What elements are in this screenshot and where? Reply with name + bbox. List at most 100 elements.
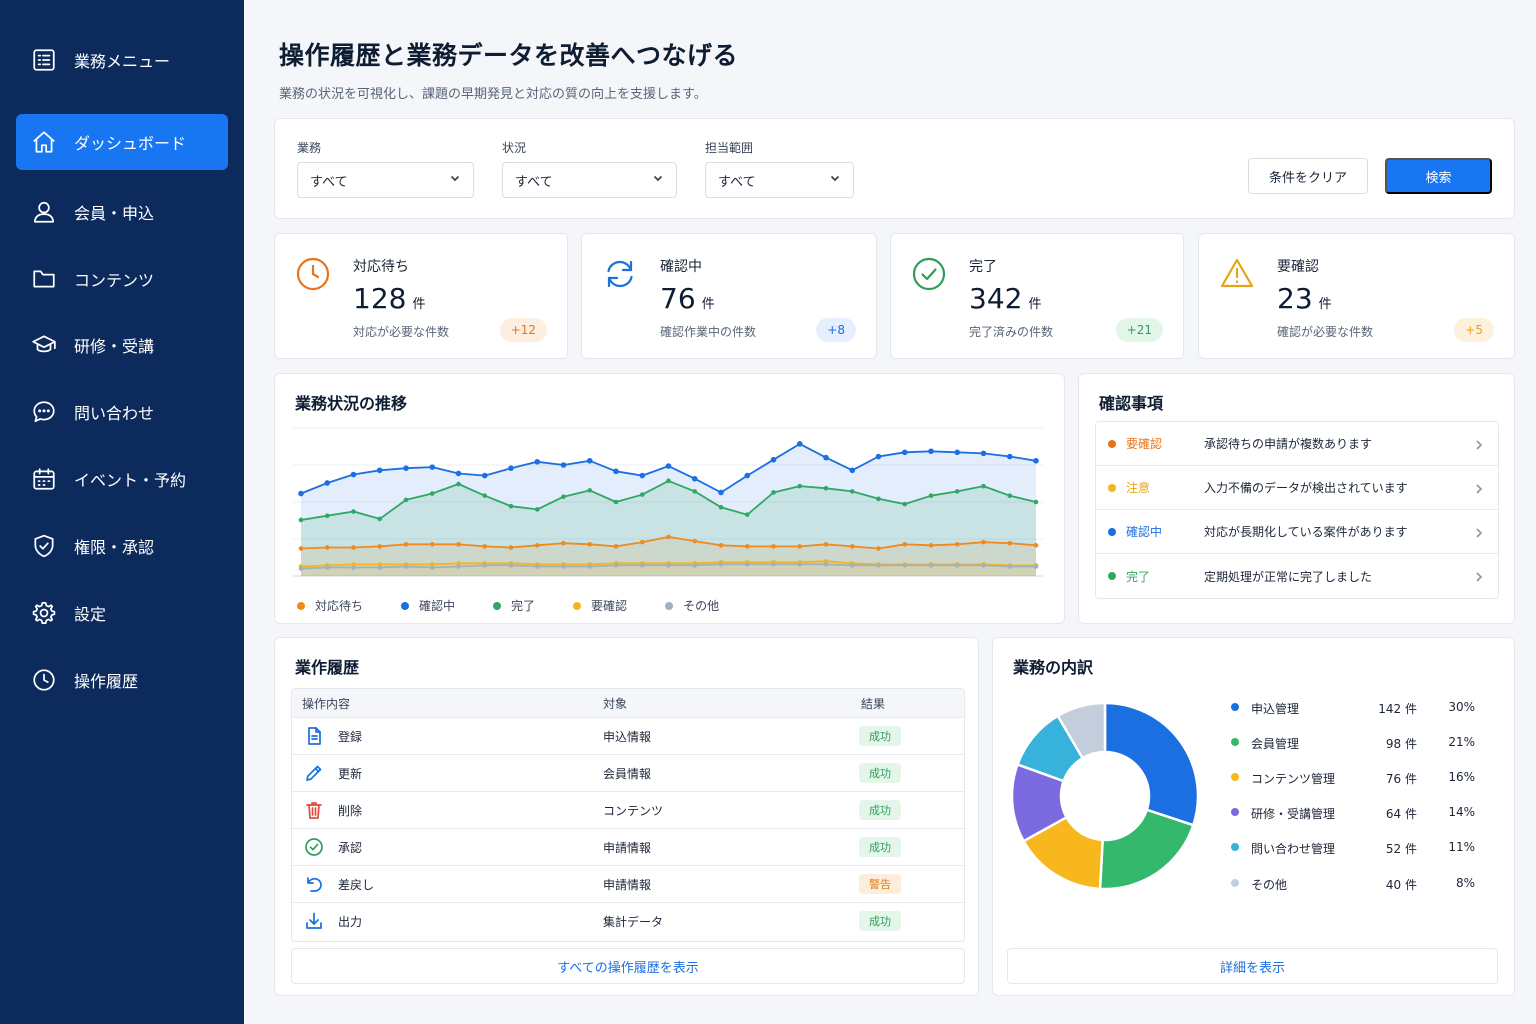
kpi-value: 23 件 bbox=[1277, 282, 1332, 315]
kpi-card-needs-check[interactable]: 要確認 23 件 確認が必要な件数 +5 bbox=[1198, 233, 1515, 359]
page-title: 操作履歴と業務データを改善へつなげる bbox=[279, 41, 739, 70]
kpi-card-waiting[interactable]: 対応待ち 128 件 対応が必要な件数 +12 bbox=[274, 233, 568, 359]
data-point bbox=[403, 541, 409, 547]
notice-item[interactable]: 注意 入力不備のデータが検出されています bbox=[1096, 466, 1498, 510]
table-row[interactable]: 承認 申請情報 成功 bbox=[292, 828, 964, 865]
data-point bbox=[718, 543, 724, 548]
history-table: 操作内容 対象 結果 登録 申込情報 成功 更新 会員情報 成功 削除 コンテン… bbox=[291, 688, 965, 942]
kpi-card-reviewing[interactable]: 確認中 76 件 確認作業中の件数 +8 bbox=[581, 233, 877, 359]
data-point bbox=[639, 492, 645, 497]
table-row[interactable]: 削除 コンテンツ 成功 bbox=[292, 791, 964, 828]
sidebar-item-history[interactable]: 操作履歴 bbox=[16, 652, 228, 708]
graduation-cap-icon bbox=[30, 331, 58, 359]
kpi-label: 完了 bbox=[969, 259, 997, 275]
data-point bbox=[587, 564, 593, 569]
data-point bbox=[429, 541, 435, 547]
clear-filters-button[interactable]: 条件をクリア bbox=[1248, 158, 1368, 194]
breakdown-count: 52 件 bbox=[1385, 842, 1417, 856]
notice-item[interactable]: 確認中 対応が長期化している案件があります bbox=[1096, 510, 1498, 554]
data-point bbox=[849, 489, 855, 494]
result-cell: 成功 bbox=[859, 755, 901, 791]
history-title: 業作履歴 bbox=[295, 658, 360, 677]
donut-slice bbox=[1098, 808, 1195, 891]
page-subtitle: 業務の状況を可視化し、課題の早期発見と対応の質の向上を支援します。 bbox=[279, 87, 707, 102]
chevron-right-icon bbox=[1474, 571, 1484, 582]
data-point bbox=[797, 483, 803, 489]
filter-select-status[interactable]: すべて bbox=[502, 162, 677, 198]
breakdown-percent: 30% bbox=[1448, 700, 1475, 714]
kpi-value: 128 件 bbox=[353, 282, 425, 315]
sidebar-item-label: 問い合わせ bbox=[74, 404, 155, 423]
filter-label-business: 業務 bbox=[297, 141, 322, 155]
breakdown-count: 40 件 bbox=[1385, 878, 1417, 892]
sidebar-item-label: 操作履歴 bbox=[74, 672, 139, 691]
data-point bbox=[613, 468, 619, 475]
view-breakdown-detail-button[interactable]: 詳細を表示 bbox=[1007, 948, 1498, 984]
breakdown-item: 会員管理 98 件 21% bbox=[1231, 732, 1487, 752]
chevron-right-icon bbox=[1474, 527, 1484, 538]
operation-label: 登録 bbox=[338, 729, 363, 744]
data-point bbox=[876, 496, 881, 502]
notice-item[interactable]: 完了 定期処理が正常に完了しました bbox=[1096, 554, 1498, 598]
pencil-icon bbox=[304, 763, 324, 783]
table-row[interactable]: 出力 集計データ 成功 bbox=[292, 902, 964, 939]
calendar-icon bbox=[30, 465, 58, 493]
data-point bbox=[587, 488, 593, 493]
sidebar-item-members[interactable]: 会員・申込 bbox=[16, 184, 228, 240]
search-button[interactable]: 検索 bbox=[1385, 158, 1492, 194]
breakdown-name: その他 bbox=[1251, 878, 1288, 892]
legend-dot bbox=[1231, 808, 1239, 816]
data-point bbox=[771, 544, 776, 549]
kpi-card-completed[interactable]: 完了 342 件 完了済みの件数 +21 bbox=[890, 233, 1184, 359]
data-point bbox=[560, 462, 567, 468]
notice-tag: 完了 bbox=[1108, 568, 1150, 585]
data-point bbox=[508, 545, 514, 550]
column-header-operation: 操作内容 bbox=[302, 696, 351, 711]
operation-label: 更新 bbox=[338, 766, 363, 781]
breakdown-title: 業務の内訳 bbox=[1013, 658, 1094, 677]
notice-text: 対応が長期化している案件があります bbox=[1204, 525, 1408, 539]
data-point bbox=[639, 472, 646, 479]
data-point bbox=[1033, 499, 1039, 505]
chat-icon bbox=[30, 398, 58, 426]
notice-item[interactable]: 要確認 承認待ちの申請が複数あります bbox=[1096, 422, 1498, 466]
kpi-number: 128 bbox=[353, 282, 407, 315]
data-point bbox=[586, 457, 593, 464]
shield-check-icon bbox=[30, 532, 58, 560]
table-row[interactable]: 差戻し 申請情報 警告 bbox=[292, 865, 964, 902]
filter-label-scope: 担当範囲 bbox=[705, 141, 754, 155]
sidebar-item-training[interactable]: 研修・受講 bbox=[16, 317, 228, 373]
data-point bbox=[561, 540, 566, 546]
filter-select-business[interactable]: すべて bbox=[297, 162, 474, 198]
kpi-value: 76 件 bbox=[660, 282, 715, 315]
operation-cell: 承認 bbox=[304, 829, 362, 865]
sidebar-item-permissions[interactable]: 権限・承認 bbox=[16, 518, 228, 574]
data-point bbox=[587, 541, 593, 547]
select-value: すべて bbox=[310, 174, 348, 190]
view-all-history-button[interactable]: すべての操作履歴を表示 bbox=[291, 948, 965, 984]
trend-chart-card: 業務状況の推移 対応待ち 確認中 完了 要確認 その他 bbox=[274, 373, 1065, 624]
sidebar-item-settings[interactable]: 設定 bbox=[16, 585, 228, 641]
data-point bbox=[692, 563, 698, 568]
data-point bbox=[351, 509, 356, 514]
kpi-unit: 件 bbox=[701, 297, 715, 312]
home-icon bbox=[30, 128, 58, 156]
sidebar-item-inquiry[interactable]: 問い合わせ bbox=[16, 384, 228, 440]
chart-legend: 対応待ち 確認中 完了 要確認 その他 bbox=[297, 597, 757, 614]
table-row[interactable]: 更新 会員情報 成功 bbox=[292, 754, 964, 791]
data-point bbox=[350, 471, 357, 478]
legend-item: 確認中 bbox=[401, 597, 455, 614]
sidebar-item-contents[interactable]: コンテンツ bbox=[16, 251, 228, 307]
data-point bbox=[298, 490, 304, 497]
table-row[interactable]: 登録 申込情報 成功 bbox=[292, 717, 964, 754]
data-point bbox=[954, 541, 960, 547]
data-point bbox=[744, 562, 750, 567]
kpi-value: 342 件 bbox=[969, 282, 1041, 315]
filter-select-scope[interactable]: すべて bbox=[705, 162, 854, 198]
data-point bbox=[377, 516, 383, 522]
chevron-down-icon bbox=[449, 172, 461, 188]
legend-item: その他 bbox=[665, 597, 719, 614]
sidebar-header-label: 業務メニュー bbox=[74, 52, 171, 71]
sidebar-item-events[interactable]: イベント・予約 bbox=[16, 451, 228, 507]
sidebar-item-dashboard[interactable]: ダッシュボード bbox=[16, 114, 228, 170]
